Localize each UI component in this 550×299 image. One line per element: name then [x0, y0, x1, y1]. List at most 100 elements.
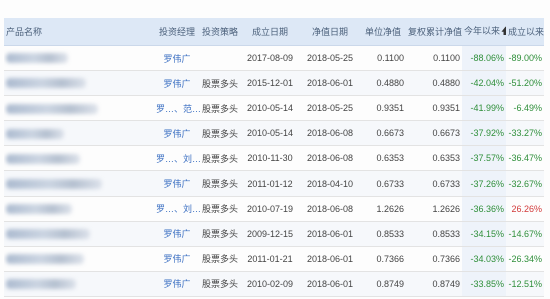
header-nav-date[interactable]: 净值日期	[300, 18, 360, 46]
manager-link[interactable]: 罗…、刘…	[154, 145, 200, 172]
established-date: 2011-01-12	[240, 170, 300, 197]
ytd-return: -36.36%	[462, 196, 506, 222]
redacted-name-blur	[6, 229, 90, 240]
header-manager[interactable]: 投资经理	[154, 18, 200, 46]
unit-nav: 0.8533	[360, 221, 406, 247]
nav-date: 2018-05-25	[300, 45, 360, 72]
product-name-redacted[interactable]	[4, 145, 154, 172]
redacted-name-blur	[6, 128, 64, 139]
manager-link[interactable]: 罗伟广	[154, 246, 200, 272]
table-row[interactable]: 罗…、范… 股票多头 2010-05-14 2018-05-25 0.9351 0.935…	[4, 95, 544, 122]
header-unit-nav[interactable]: 单位净值	[360, 18, 406, 46]
strategy-cell: 股票多头	[200, 196, 240, 222]
ytd-return: -34.03%	[462, 246, 506, 272]
since-inception-return: -33.27%	[506, 120, 544, 147]
arrow-up-icon: 🡅	[501, 26, 506, 36]
unit-nav: 0.1100	[360, 45, 406, 72]
manager-link[interactable]: 罗伟广	[154, 271, 200, 297]
header-strategy[interactable]: 投资策略	[200, 18, 240, 46]
header-cum-nav[interactable]: 复权累计净值	[406, 18, 462, 46]
unit-nav: 0.8749	[360, 271, 406, 297]
cumulative-nav: 0.7366	[406, 246, 462, 272]
strategy-cell: 股票多头	[200, 170, 240, 197]
ytd-return: -41.99%	[462, 95, 506, 122]
manager-link[interactable]: 罗…、范…	[154, 95, 200, 122]
established-date: 2015-12-01	[240, 70, 300, 97]
table-row[interactable]: 罗伟广 2017-08-09 2018-05-25 0.1100 0.1100 -88.0…	[4, 45, 544, 72]
product-name-redacted[interactable]	[4, 246, 154, 272]
since-inception-return: -36.47%	[506, 145, 544, 172]
ytd-return: -37.92%	[462, 120, 506, 147]
cumulative-nav: 0.9351	[406, 95, 462, 122]
product-name-redacted[interactable]	[4, 196, 154, 222]
redacted-name-blur	[6, 203, 72, 214]
established-date: 2010-05-14	[240, 95, 300, 122]
table-row[interactable]: 罗…、刘… 股票多头 2010-07-19 2018-06-08 1.2626 1.262…	[4, 196, 544, 222]
cumulative-nav: 0.6353	[406, 145, 462, 172]
product-name-redacted[interactable]	[4, 45, 154, 72]
strategy-cell: 股票多头	[200, 70, 240, 97]
table-header-row: 产品名称 投资经理 投资策略 成立日期 净值日期 单位净值 复权累计净值 今年以…	[4, 18, 544, 46]
manager-link[interactable]: 罗伟广	[154, 70, 200, 97]
nav-date: 2018-06-01	[300, 271, 360, 297]
ytd-return: -42.04%	[462, 70, 506, 97]
strategy-cell: 股票多头	[200, 271, 240, 297]
strategy-cell: 股票多头	[200, 221, 240, 247]
cumulative-nav: 0.6673	[406, 120, 462, 147]
header-established[interactable]: 成立日期	[240, 18, 300, 46]
strategy-cell: 股票多头	[200, 246, 240, 272]
redacted-name-blur	[6, 178, 102, 189]
ytd-return: -88.06%	[462, 45, 506, 72]
unit-nav: 0.6353	[360, 145, 406, 172]
established-date: 2010-11-30	[240, 145, 300, 172]
nav-date: 2018-04-10	[300, 170, 360, 197]
since-inception-return: -12.51%	[506, 271, 544, 297]
table-row[interactable]: 罗伟广 股票多头 2010-05-14 2018-06-08 0.6673 0.6673-…	[4, 120, 544, 147]
header-ytd[interactable]: 今年以来🡅	[462, 18, 506, 46]
nav-date: 2018-06-01	[300, 70, 360, 97]
since-inception-return: -89.00%	[506, 45, 544, 72]
manager-link[interactable]: 罗伟广	[154, 120, 200, 147]
redacted-name-blur	[6, 53, 68, 64]
cumulative-nav: 0.8533	[406, 221, 462, 247]
established-date: 2010-07-19	[240, 196, 300, 222]
unit-nav: 0.9351	[360, 95, 406, 122]
established-date: 2011-01-21	[240, 246, 300, 272]
product-name-redacted[interactable]	[4, 95, 154, 122]
nav-date: 2018-06-08	[300, 120, 360, 147]
unit-nav: 0.4880	[360, 70, 406, 97]
manager-link[interactable]: 罗…、刘…	[154, 196, 200, 222]
manager-link[interactable]: 罗伟广	[154, 170, 200, 197]
since-inception-return: -51.20%	[506, 70, 544, 97]
unit-nav: 0.7366	[360, 246, 406, 272]
product-name-redacted[interactable]	[4, 120, 154, 147]
table-row[interactable]: 罗伟广 股票多头 2015-12-01 2018-06-01 0.4880 0.4880-…	[4, 70, 544, 97]
table-row[interactable]: 罗伟广 股票多头 2011-01-12 2018-04-10 0.6733 0.6733-…	[4, 170, 544, 197]
cumulative-nav: 0.8749	[406, 271, 462, 297]
product-name-redacted[interactable]	[4, 221, 154, 247]
strategy-cell: 股票多头	[200, 120, 240, 147]
product-name-redacted[interactable]	[4, 271, 154, 297]
header-product-name[interactable]: 产品名称	[4, 18, 154, 46]
header-since-inception[interactable]: 成立以来	[506, 18, 544, 46]
manager-link[interactable]: 罗伟广	[154, 45, 200, 72]
redacted-name-blur	[6, 279, 76, 290]
table-row[interactable]: 罗伟广 股票多头 2011-01-21 2018-06-01 0.7366 0.7366-…	[4, 246, 544, 272]
table-row[interactable]: 罗…、刘… 股票多头 2010-11-30 2018-06-08 0.6353 0.635…	[4, 145, 544, 172]
ytd-return: -33.85%	[462, 271, 506, 297]
since-inception-return: -6.49%	[506, 95, 544, 122]
strategy-cell: 股票多头	[200, 95, 240, 122]
strategy-cell: 股票多头	[200, 145, 240, 172]
manager-link[interactable]: 罗伟广	[154, 221, 200, 247]
product-name-redacted[interactable]	[4, 70, 154, 97]
strategy-cell	[200, 45, 240, 72]
redacted-name-blur	[6, 254, 84, 265]
redacted-name-blur	[6, 153, 80, 164]
ytd-return: -34.15%	[462, 221, 506, 247]
fund-table: 产品名称 投资经理 投资策略 成立日期 净值日期 单位净值 复权累计净值 今年以…	[4, 18, 544, 297]
table-row[interactable]: 罗伟广 股票多头 2010-02-09 2018-06-01 0.8749 0.8749-…	[4, 271, 544, 297]
table-row[interactable]: 罗伟广 股票多头 2009-12-15 2018-06-01 0.8533 0.8533-…	[4, 221, 544, 247]
established-date: 2010-02-09	[240, 271, 300, 297]
product-name-redacted[interactable]	[4, 170, 154, 197]
unit-nav: 0.6733	[360, 170, 406, 197]
